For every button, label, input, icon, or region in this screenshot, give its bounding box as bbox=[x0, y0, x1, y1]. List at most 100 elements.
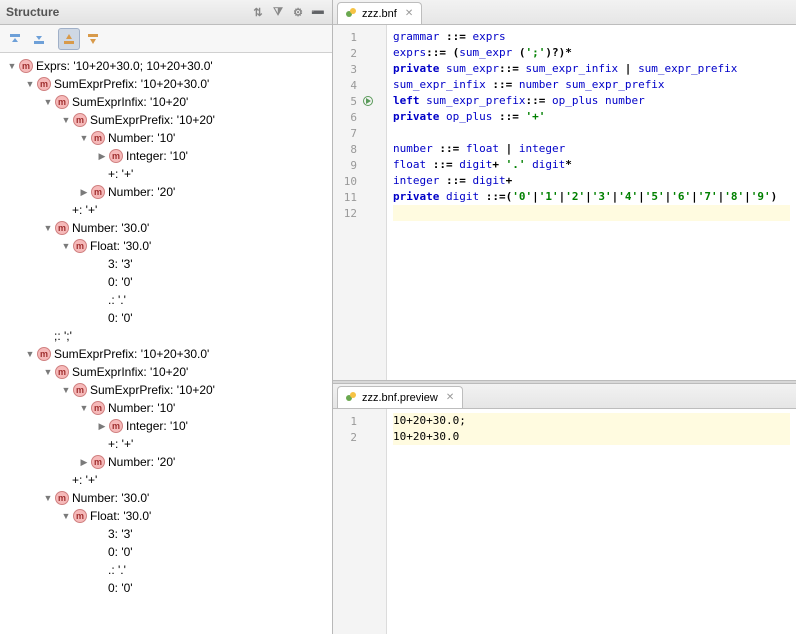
tree-row[interactable]: ▼mNumber: '10' bbox=[0, 399, 332, 417]
code-line[interactable] bbox=[393, 125, 790, 141]
tree-row[interactable]: ▼mNumber: '10' bbox=[0, 129, 332, 147]
chevron-down-icon[interactable]: ▼ bbox=[60, 241, 72, 251]
tree-row[interactable]: 0: '0' bbox=[0, 273, 332, 291]
method-icon: m bbox=[18, 58, 34, 74]
chevron-down-icon[interactable]: ▼ bbox=[42, 367, 54, 377]
tree-row[interactable]: .: '.' bbox=[0, 561, 332, 579]
tab-zzz-bnf-preview[interactable]: zzz.bnf.preview ✕ bbox=[337, 386, 463, 408]
editor-code[interactable]: grammar ::= exprsexprs::= (sum_expr (';'… bbox=[387, 25, 796, 380]
chevron-right-icon[interactable]: ▶ bbox=[78, 187, 90, 198]
chevron-down-icon[interactable]: ▼ bbox=[6, 61, 18, 71]
autoscroll-from-source-button[interactable] bbox=[82, 28, 104, 50]
tree-row[interactable]: ▼mSumExprInfix: '10+20' bbox=[0, 363, 332, 381]
tab-zzz-bnf[interactable]: zzz.bnf ✕ bbox=[337, 2, 422, 24]
collapse-all-button[interactable] bbox=[28, 28, 50, 50]
settings-icon[interactable]: ⚙ bbox=[290, 4, 306, 20]
filter-icon[interactable]: ⧩ bbox=[270, 4, 286, 20]
tree-row[interactable]: ;: ';' bbox=[0, 327, 332, 345]
autoscroll-source-button[interactable] bbox=[58, 28, 80, 50]
tree-icon-empty bbox=[90, 310, 106, 326]
sort-icon[interactable]: ⇅ bbox=[250, 4, 266, 20]
tree-icon-empty bbox=[36, 328, 52, 344]
tree-row[interactable]: ▼mNumber: '30.0' bbox=[0, 489, 332, 507]
tree-label: +: '+' bbox=[72, 203, 97, 217]
tree-row[interactable]: ▼mSumExprPrefix: '10+20+30.0' bbox=[0, 345, 332, 363]
code-line[interactable] bbox=[393, 205, 790, 221]
tree-row[interactable]: +: '+' bbox=[0, 165, 332, 183]
tree-row[interactable]: 0: '0' bbox=[0, 579, 332, 597]
tree-label: SumExprPrefix: '10+20' bbox=[90, 383, 215, 397]
preview-editor[interactable]: 12 10+20+30.0;10+20+30.0 bbox=[333, 409, 796, 634]
tree-label: +: '+' bbox=[72, 473, 97, 487]
chevron-down-icon[interactable]: ▼ bbox=[24, 349, 36, 359]
tree-row[interactable]: +: '+' bbox=[0, 435, 332, 453]
chevron-down-icon[interactable]: ▼ bbox=[42, 97, 54, 107]
line-number: 10 bbox=[333, 175, 361, 188]
line-number: 2 bbox=[333, 431, 361, 444]
tree-row[interactable]: ▶mNumber: '20' bbox=[0, 453, 332, 471]
code-line[interactable]: number ::= float | integer bbox=[393, 141, 790, 157]
code-line[interactable]: sum_expr_infix ::= number sum_expr_prefi… bbox=[393, 77, 790, 93]
tree-label: 0: '0' bbox=[108, 311, 133, 325]
tree-row[interactable]: 0: '0' bbox=[0, 309, 332, 327]
code-editor[interactable]: 123456789101112 grammar ::= exprsexprs::… bbox=[333, 25, 796, 380]
chevron-down-icon[interactable]: ▼ bbox=[60, 115, 72, 125]
close-icon[interactable]: ✕ bbox=[446, 392, 454, 403]
tree-icon-empty bbox=[90, 256, 106, 272]
code-line[interactable]: integer ::= digit+ bbox=[393, 173, 790, 189]
tree-row[interactable]: +: '+' bbox=[0, 471, 332, 489]
method-icon: m bbox=[72, 508, 88, 524]
chevron-down-icon[interactable]: ▼ bbox=[60, 511, 72, 521]
tree-label: 3: '3' bbox=[108, 257, 133, 271]
tree-row[interactable]: ▶mInteger: '10' bbox=[0, 417, 332, 435]
expand-all-button[interactable] bbox=[4, 28, 26, 50]
code-line[interactable]: float ::= digit+ '.' digit* bbox=[393, 157, 790, 173]
tree-row[interactable]: 3: '3' bbox=[0, 525, 332, 543]
chevron-right-icon[interactable]: ▶ bbox=[78, 457, 90, 468]
structure-toolbar bbox=[0, 25, 332, 53]
code-line[interactable]: private digit ::=('0'|'1'|'2'|'3'|'4'|'5… bbox=[393, 189, 790, 205]
code-line[interactable]: left sum_expr_prefix::= op_plus number bbox=[393, 93, 790, 109]
chevron-right-icon[interactable]: ▶ bbox=[96, 151, 108, 162]
chevron-down-icon[interactable]: ▼ bbox=[24, 79, 36, 89]
chevron-right-icon[interactable]: ▶ bbox=[96, 421, 108, 432]
tree-label: Number: '30.0' bbox=[72, 491, 149, 505]
structure-header: Structure ⇅ ⧩ ⚙ ➖ bbox=[0, 0, 332, 25]
structure-tree[interactable]: ▼mExprs: '10+20+30.0; 10+20+30.0'▼mSumEx… bbox=[0, 53, 332, 634]
chevron-down-icon[interactable]: ▼ bbox=[78, 403, 90, 413]
code-line[interactable]: private op_plus ::= '+' bbox=[393, 109, 790, 125]
tree-icon-empty bbox=[90, 274, 106, 290]
method-icon: m bbox=[72, 382, 88, 398]
line-number: 1 bbox=[333, 31, 361, 44]
tree-row[interactable]: ▶mInteger: '10' bbox=[0, 147, 332, 165]
code-line[interactable]: exprs::= (sum_expr (';')?)* bbox=[393, 45, 790, 61]
tree-row[interactable]: .: '.' bbox=[0, 291, 332, 309]
tree-row[interactable]: +: '+' bbox=[0, 201, 332, 219]
hide-icon[interactable]: ➖ bbox=[310, 4, 326, 20]
tree-row[interactable]: ▼mSumExprInfix: '10+20' bbox=[0, 93, 332, 111]
tree-row[interactable]: ▶mNumber: '20' bbox=[0, 183, 332, 201]
code-line[interactable]: grammar ::= exprs bbox=[393, 29, 790, 45]
tree-row[interactable]: ▼mNumber: '30.0' bbox=[0, 219, 332, 237]
line-number: 3 bbox=[333, 63, 361, 76]
code-line[interactable]: private sum_expr::= sum_expr_infix | sum… bbox=[393, 61, 790, 77]
tree-label: SumExprPrefix: '10+20+30.0' bbox=[54, 77, 209, 91]
code-line[interactable]: 10+20+30.0 bbox=[393, 429, 790, 445]
chevron-down-icon[interactable]: ▼ bbox=[60, 385, 72, 395]
close-icon[interactable]: ✕ bbox=[405, 8, 413, 19]
chevron-down-icon[interactable]: ▼ bbox=[42, 493, 54, 503]
tree-row[interactable]: ▼mSumExprPrefix: '10+20' bbox=[0, 381, 332, 399]
tree-row[interactable]: ▼mSumExprPrefix: '10+20' bbox=[0, 111, 332, 129]
tree-row[interactable]: 0: '0' bbox=[0, 543, 332, 561]
method-icon: m bbox=[72, 112, 88, 128]
gutter-mark-empty bbox=[361, 126, 375, 140]
chevron-down-icon[interactable]: ▼ bbox=[78, 133, 90, 143]
tree-row[interactable]: ▼mFloat: '30.0' bbox=[0, 237, 332, 255]
preview-code[interactable]: 10+20+30.0;10+20+30.0 bbox=[387, 409, 796, 634]
tree-row[interactable]: 3: '3' bbox=[0, 255, 332, 273]
chevron-down-icon[interactable]: ▼ bbox=[42, 223, 54, 233]
tree-row[interactable]: ▼mExprs: '10+20+30.0; 10+20+30.0' bbox=[0, 57, 332, 75]
tree-row[interactable]: ▼mFloat: '30.0' bbox=[0, 507, 332, 525]
code-line[interactable]: 10+20+30.0; bbox=[393, 413, 790, 429]
tree-row[interactable]: ▼mSumExprPrefix: '10+20+30.0' bbox=[0, 75, 332, 93]
